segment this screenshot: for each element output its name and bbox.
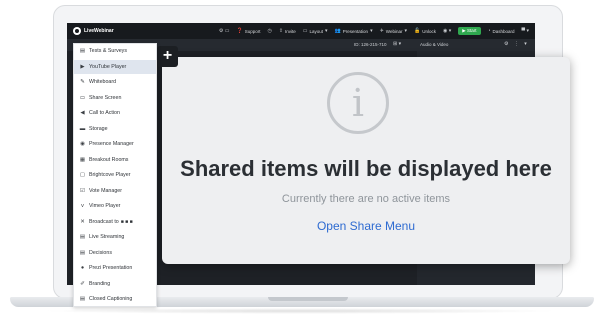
panel-controls-icon[interactable]: ⚙ ⋮ ▾: [504, 41, 529, 47]
shared-items-panel: i Shared items will be displayed here Cu…: [162, 57, 570, 264]
brand-name: LiveWebinar: [84, 28, 114, 34]
menu-item-presence-manager[interactable]: ◉ Presence Manager: [74, 137, 156, 151]
broadcast-icon: ✕: [80, 219, 85, 225]
share-menu: ▤ Tests & Surveys ▶ YouTube Player ✎ Whiteb…: [73, 43, 157, 307]
view-toggle-icon[interactable]: ⊞ ▾: [393, 41, 401, 47]
megaphone-icon: ◀: [80, 110, 85, 116]
stream-icon: ▤: [79, 234, 86, 240]
layout-button[interactable]: ▭ Layout ▾: [303, 28, 328, 34]
presentation-button[interactable]: 👥 Presentation ▾: [335, 28, 373, 34]
language-flag-icon[interactable]: ▀ ▾: [522, 28, 529, 34]
grid-icon: ▦: [79, 157, 86, 163]
clock-icon[interactable]: ◷: [267, 28, 271, 34]
menu-item-branding[interactable]: ✐ Branding: [74, 277, 156, 291]
menu-item-brightcove-player[interactable]: ▢ Brightcove Player: [74, 168, 156, 182]
menu-item-whiteboard[interactable]: ✎ Whiteboard: [74, 75, 156, 89]
menu-item-broadcast-to[interactable]: ✕ Broadcast to ■ ■ ■: [74, 215, 156, 229]
eye-icon: ◉: [80, 141, 85, 147]
shared-items-subtitle: Currently there are no active items: [281, 193, 451, 205]
webinar-button[interactable]: ✈ Webinar ▾: [380, 28, 407, 34]
menu-item-vimeo-player[interactable]: v Vimeo Player: [74, 199, 156, 213]
start-button[interactable]: ▶ Start: [458, 27, 481, 35]
settings-icon[interactable]: ⚙ ▭: [219, 28, 230, 34]
pen-icon: ✎: [80, 79, 85, 85]
menu-item-tests-surveys[interactable]: ▤ Tests & Surveys: [74, 44, 156, 58]
top-bar: LiveWebinar ⚙ ▭ ❓ Support ◷ ⇪ Invite ▭ Layo…: [67, 23, 535, 39]
menu-item-prezi-presentation[interactable]: ● Prezi Presentation: [74, 261, 156, 275]
vimeo-icon: v: [81, 203, 84, 209]
youtube-icon: ▶: [80, 64, 85, 70]
social-icons: ■ ■ ■: [120, 219, 133, 225]
menu-item-call-to-action[interactable]: ◀ Call to Action: [74, 106, 156, 120]
checkbox-icon: ☑: [80, 188, 85, 194]
brush-icon: ✐: [80, 281, 85, 287]
info-icon: i: [327, 72, 389, 134]
menu-item-breakout-rooms[interactable]: ▦ Breakout Rooms: [74, 153, 156, 167]
menu-item-vote-manager[interactable]: ☑ Vote Manager: [74, 184, 156, 198]
folder-icon: ▬: [79, 126, 86, 132]
audio-video-label: Audio & Video: [420, 42, 449, 47]
room-id: ID: 126-215-710: [354, 42, 387, 47]
survey-icon: ▤: [79, 48, 86, 54]
screen-icon: ▭: [79, 95, 86, 101]
shared-items-title: Shared items will be displayed here: [180, 156, 552, 181]
brand: LiveWebinar: [73, 27, 114, 35]
menu-item-closed-captioning[interactable]: ▤ Closed Captioning: [74, 292, 156, 306]
menu-item-youtube-player[interactable]: ▶ YouTube Player: [74, 60, 156, 74]
laptop-notch: [268, 297, 348, 301]
add-share-button[interactable]: +: [157, 46, 178, 67]
top-nav: ⚙ ▭ ❓ Support ◷ ⇪ Invite ▭ Layout ▾ 👥 Present…: [219, 27, 529, 35]
invite-button[interactable]: ⇪ Invite: [279, 28, 296, 34]
menu-item-decisions[interactable]: ▤ Decisions: [74, 246, 156, 260]
player-icon: ▢: [79, 172, 86, 178]
open-share-menu-link[interactable]: Open Share Menu: [162, 219, 570, 233]
support-button[interactable]: ❓ Support: [236, 28, 260, 34]
cc-icon: ▤: [79, 296, 86, 302]
unlock-button[interactable]: 🔓 Unlock: [414, 28, 436, 34]
menu-item-share-screen[interactable]: ▭ Share Screen: [74, 91, 156, 105]
list-icon: ▤: [79, 250, 86, 256]
audio-quality-icon[interactable]: ◉ ▾: [443, 28, 451, 34]
dashboard-button[interactable]: ◔ Dashboard: [488, 28, 515, 34]
prezi-icon: ●: [80, 265, 85, 271]
logo-icon: [73, 27, 81, 35]
laptop-shadow: [40, 308, 560, 314]
menu-item-storage[interactable]: ▬ Storage: [74, 122, 156, 136]
menu-item-live-streaming[interactable]: ▤ Live Streaming: [74, 230, 156, 244]
